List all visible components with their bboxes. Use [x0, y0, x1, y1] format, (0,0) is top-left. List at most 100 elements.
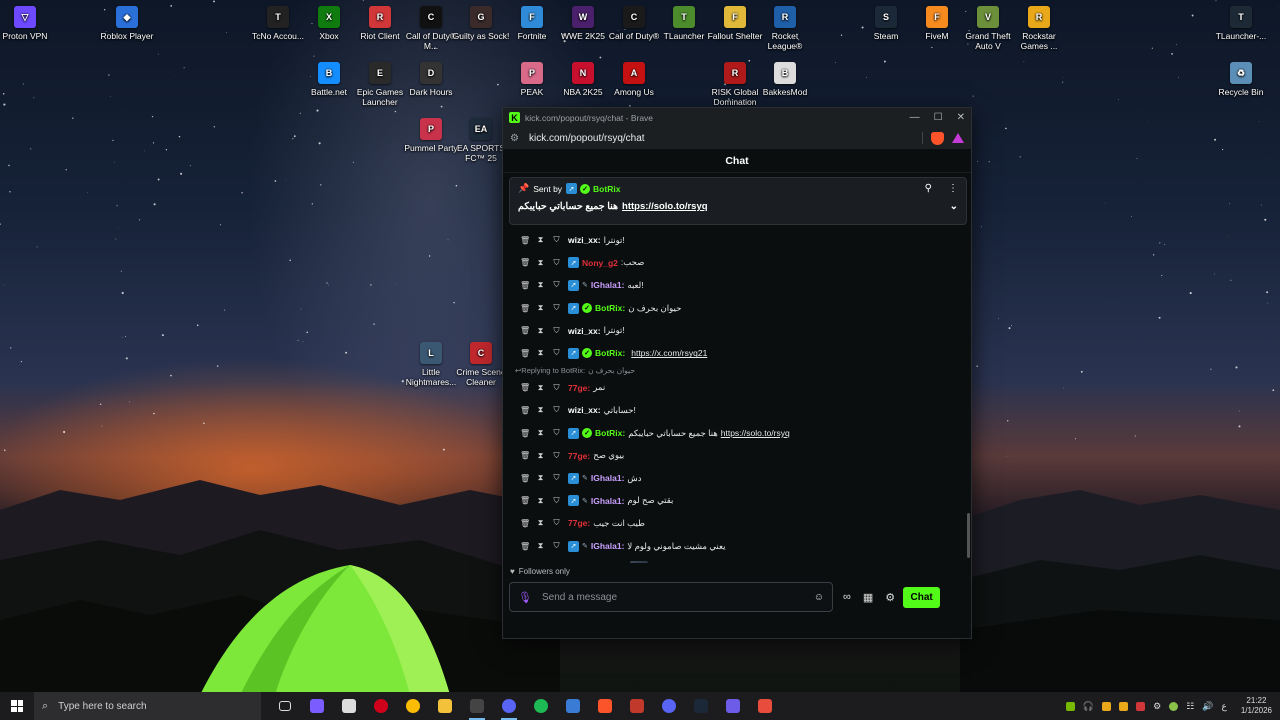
brave-rewards-icon[interactable]	[952, 133, 964, 143]
steam-icon[interactable]	[685, 692, 717, 720]
timeout-icon[interactable]: ⧗	[536, 235, 545, 245]
language-indicator[interactable]: ع	[1221, 701, 1226, 712]
discord-icon[interactable]	[653, 692, 685, 720]
steam-tray-icon[interactable]: ⚙	[1153, 701, 1161, 712]
chat-username[interactable]: IGhala1:	[591, 473, 625, 483]
chat-message[interactable]: 🗑 ⧗ ⛉ wizi_xx: حساباتي!	[503, 399, 971, 422]
clock[interactable]: 21:22 1/1/2026	[1241, 696, 1272, 716]
search-placeholder[interactable]: Type here to search	[58, 701, 146, 712]
emoji-icon[interactable]: ☺	[814, 592, 824, 603]
trash-icon[interactable]: 🗑	[520, 474, 530, 483]
timeout-icon[interactable]: ⧗	[536, 473, 545, 483]
chat-messages[interactable]: 📌 Sent by ➚ ✓ BotRix ⚲ ⋮ هنا جميع حسابات…	[503, 173, 971, 563]
timeout-icon[interactable]: ⧗	[536, 428, 545, 438]
chat-username[interactable]: BotRix:	[595, 303, 625, 313]
chat-message[interactable]: 🗑 ⧗ ⛉ wizi_xx: تونترا!	[503, 319, 971, 342]
chat-message[interactable]: 🗑⧗⛉➚✎IGhala1:	[503, 557, 971, 563]
trash-icon[interactable]: 🗑	[520, 258, 530, 267]
pinned-link[interactable]: https://solo.to/rsyq	[622, 201, 708, 212]
app-icon-3[interactable]	[717, 692, 749, 720]
ban-icon[interactable]: ⛉	[552, 383, 561, 393]
chat-message[interactable]: 🗑 ⧗ ⛉ 77ge: طيب انت جيب	[503, 512, 971, 535]
reply-context[interactable]: ↩ Replying to BotRix: حيوان بحرف ن	[503, 365, 971, 377]
chat-username[interactable]: 77ge:	[568, 518, 590, 528]
kicks-icon[interactable]: ∞	[843, 591, 851, 603]
chat-username[interactable]: BotRix:	[595, 428, 625, 438]
trash-icon[interactable]: 🗑	[520, 281, 530, 290]
chat-username[interactable]: IGhala1:	[591, 280, 625, 290]
chat-message[interactable]: 🗑 ⧗ ⛉ ➚ ✓ BotRix: هنا جميع حساباتي حبايبكم http…	[503, 422, 971, 445]
ban-icon[interactable]: ⛉	[552, 280, 561, 290]
address-bar[interactable]: ⚙ kick.com/popout/rsyq/chat	[503, 127, 971, 149]
trash-icon[interactable]: 🗑	[520, 406, 530, 415]
pinned-sender[interactable]: BotRix	[593, 184, 620, 194]
trash-icon[interactable]: 🗑	[520, 519, 530, 528]
ban-icon[interactable]: ⛉	[552, 451, 561, 461]
trash-icon[interactable]: 🗑	[520, 542, 530, 551]
chat-message[interactable]: 🗑 ⧗ ⛉ ➚ ✓ BotRix: https://x.com/rsyq21	[503, 342, 971, 365]
message-input-box[interactable]: 🎙 ☺	[509, 582, 833, 612]
spotify-icon[interactable]	[525, 692, 557, 720]
message-input[interactable]	[531, 591, 814, 603]
timeout-icon[interactable]: ⧗	[536, 541, 545, 551]
trash-icon[interactable]: 🗑	[520, 304, 530, 313]
chat-message[interactable]: 🗑 ⧗ ⛉ ➚ ✓ BotRix: حيوان بحرف ن	[503, 297, 971, 320]
timeout-icon[interactable]: ⧗	[536, 303, 545, 313]
timeout-icon[interactable]: ⧗	[536, 348, 545, 358]
chat-username[interactable]: wizi_xx:	[568, 235, 601, 245]
timeout-icon[interactable]: ⧗	[536, 518, 545, 528]
trash-icon[interactable]: 🗑	[520, 326, 530, 335]
trash-icon[interactable]: 🗑	[520, 349, 530, 358]
ban-icon[interactable]: ⛉	[552, 541, 561, 551]
chat-message[interactable]: 🗑 ⧗ ⛉ 77ge: نمر	[503, 377, 971, 400]
window-titlebar[interactable]: K kick.com/popout/rsyq/chat - Brave — ☐ …	[503, 108, 971, 127]
trash-icon[interactable]: 🗑	[520, 429, 530, 438]
trash-icon[interactable]: 🗑	[520, 383, 530, 392]
chat-username[interactable]: BotRix:	[595, 348, 625, 358]
desktop-icon[interactable]: A Among Us	[603, 62, 665, 97]
ban-icon[interactable]: ⛉	[552, 235, 561, 245]
ban-icon[interactable]: ⛉	[552, 405, 561, 415]
ban-icon[interactable]: ⛉	[552, 473, 561, 483]
desktop-icon[interactable]: T TLauncher-...	[1210, 6, 1272, 41]
chat-message[interactable]: 🗑 ⧗ ⛉ ➚ ✎ IGhala1: بقتي صح لوم	[503, 490, 971, 513]
ban-icon[interactable]: ⛉	[552, 518, 561, 528]
chat-link[interactable]: https://x.com/rsyq21	[631, 348, 707, 358]
chat-message[interactable]: 🗑 ⧗ ⛉ ➚ Nony_g2:صحب	[503, 252, 971, 275]
timeout-icon[interactable]: ⧗	[536, 383, 545, 393]
store-icon[interactable]: ▦	[863, 591, 873, 604]
timeout-icon[interactable]: ⧗	[536, 326, 545, 336]
chat-message[interactable]: 🗑 ⧗ ⛉ ➚ ✎ IGhala1: يعني مشيت صاموني ولوم لا	[503, 535, 971, 558]
ban-icon[interactable]: ⛉	[552, 326, 561, 336]
taskbar-search[interactable]: ⌕ Type here to search	[34, 692, 261, 720]
chat-message[interactable]: 🗑 ⧗ ⛉ wizi_xx: تونترا!	[503, 229, 971, 252]
desktop-icon[interactable]: R Rockstar Games ...	[1008, 6, 1070, 51]
desktop-icon[interactable]: ◆ Roblox Player	[96, 6, 158, 41]
file-explorer-icon[interactable]	[429, 692, 461, 720]
chat-message[interactable]: 🗑 ⧗ ⛉ 77ge: بيوي صح	[503, 444, 971, 467]
headset-tray-icon[interactable]: 🎧	[1083, 701, 1094, 712]
desktop-icon[interactable]: R Rocket League®	[754, 6, 816, 51]
desktop-icon[interactable]: B BakkesMod	[754, 62, 816, 97]
chat-message[interactable]: 🗑 ⧗ ⛉ ➚ ✎ IGhala1: لعبه!	[503, 274, 971, 297]
settings-icon[interactable]: ⚙	[885, 591, 895, 604]
trash-icon[interactable]: 🗑	[520, 236, 530, 245]
timeout-icon[interactable]: ⧗	[536, 451, 545, 461]
url-text[interactable]: kick.com/popout/rsyq/chat	[529, 133, 645, 144]
brave-shield-icon[interactable]	[931, 131, 944, 145]
more-options-icon[interactable]: ⋮	[948, 183, 958, 194]
trash-icon[interactable]: 🗑	[520, 496, 530, 505]
app-tray-icon-4[interactable]	[1169, 701, 1179, 711]
discord-app-icon[interactable]	[493, 692, 525, 720]
ban-icon[interactable]: ⛉	[552, 348, 561, 358]
chat-username[interactable]: wizi_xx:	[568, 405, 601, 415]
unpin-icon[interactable]: ⚲	[925, 183, 932, 194]
chat-username[interactable]: IGhala1:	[591, 541, 625, 551]
app-tray-icon-3[interactable]	[1136, 701, 1146, 711]
chat-message[interactable]: 🗑 ⧗ ⛉ ➚ ✎ IGhala1: دش	[503, 467, 971, 490]
chat-username[interactable]: 77ge:	[568, 383, 590, 393]
steam-app-icon[interactable]	[333, 692, 365, 720]
task-view-icon[interactable]	[269, 692, 301, 720]
maximize-icon[interactable]: ☐	[934, 112, 943, 123]
desktop-icon[interactable]: ♻ Recycle Bin	[1210, 62, 1272, 97]
